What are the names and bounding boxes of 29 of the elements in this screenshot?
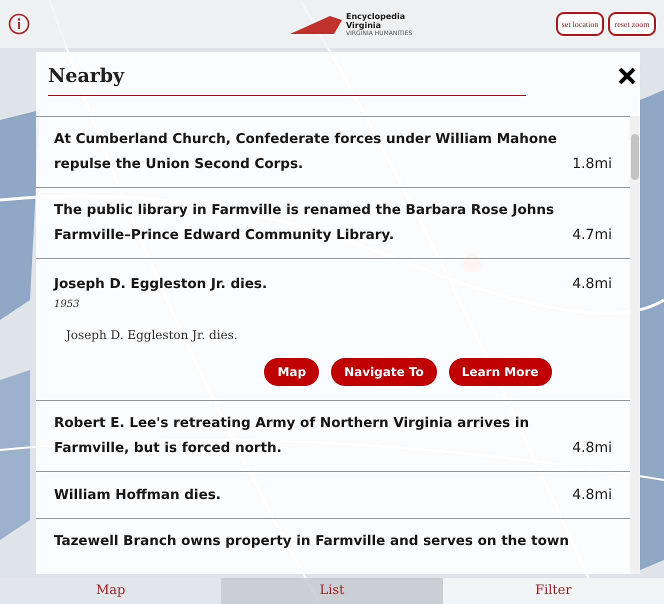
item-title: Robert E. Lee's retreating Army of Northern Virginia arrives in Farmville, but is forced north. xyxy=(54,414,530,458)
header-button[interactable]: reset zoom xyxy=(608,12,656,36)
nearby-item[interactable]: William Hoffman dies. 4.8mi xyxy=(36,470,630,518)
bottom-tab[interactable]: List xyxy=(221,578,443,604)
item-title: Tazewell Branch owns property in Farmville and serves on the town xyxy=(54,532,569,550)
item-description: Joseph D. Eggleston Jr. dies. xyxy=(66,326,239,344)
action-button[interactable]: Map xyxy=(264,358,320,386)
bottom-tab[interactable]: Filter xyxy=(442,578,664,604)
item-distance: 4.8mi xyxy=(572,486,612,504)
item-distance: 1.8mi xyxy=(572,154,612,174)
item-title: The public library in Farmville is renamed the Barbara Rose Johns Farmville–Prince Edward Community Library. xyxy=(54,200,555,244)
item-title: William Hoffman dies. xyxy=(54,486,221,504)
logo-title: Encyclopedia Virginia xyxy=(346,12,404,30)
close-icon[interactable] xyxy=(618,67,636,86)
item-title: At Cumberland Church, Confederate forces under William Mahone repulse the Union Second Corps. xyxy=(54,130,558,174)
nearby-item[interactable]: Joseph D. Eggleston Jr. dies. 4.8mi 1953 Joseph D. Eggleston Jr. dies. Map Navigate To Learn More xyxy=(36,258,630,400)
action-button[interactable]: Learn More xyxy=(448,358,552,386)
action-button[interactable]: Navigate To xyxy=(331,358,437,386)
panel-title: Nearby xyxy=(48,64,124,89)
item-year: 1953 xyxy=(54,298,80,312)
scrollbar[interactable] xyxy=(630,116,640,574)
item-title: Joseph D. Eggleston Jr. dies. xyxy=(54,274,268,294)
item-distance: 4.8mi xyxy=(572,438,612,458)
nearby-item[interactable]: Tazewell Branch owns property in Farmville and serves on the town xyxy=(36,518,630,564)
item-distance: 4.8mi xyxy=(572,274,612,294)
logo-icon xyxy=(290,14,342,34)
info-icon[interactable] xyxy=(8,13,30,35)
header-button[interactable]: set location xyxy=(556,12,604,36)
item-distance: 4.7mi xyxy=(572,226,612,244)
